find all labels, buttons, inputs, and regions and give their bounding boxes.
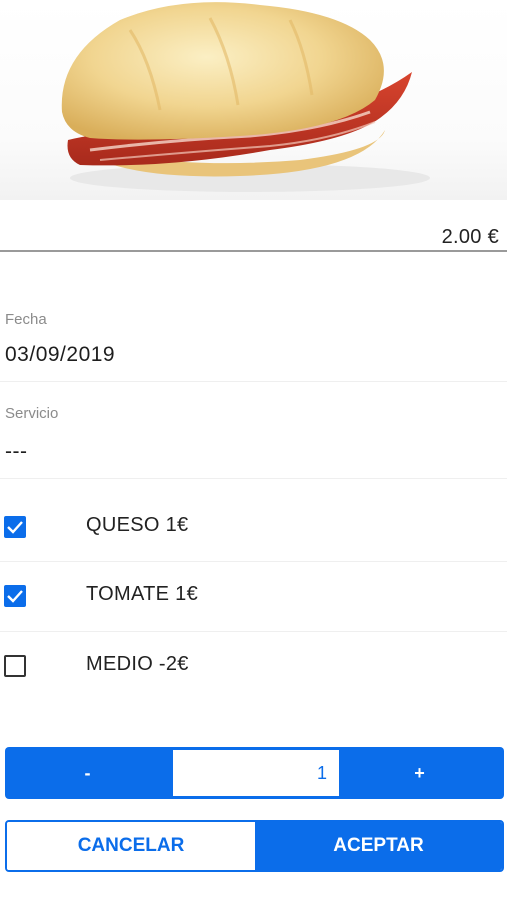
price-row: 2.00 € (0, 200, 507, 252)
extra-label-tomate: TOMATE 1€ (86, 583, 198, 605)
accept-button[interactable]: ACEPTAR (255, 822, 502, 870)
checkmark-icon (7, 590, 23, 603)
cancel-button[interactable]: CANCELAR (7, 822, 255, 870)
extra-label-queso: QUESO 1€ (86, 514, 189, 536)
checkbox-medio[interactable] (4, 655, 26, 677)
action-bar: CANCELAR ACEPTAR (5, 820, 504, 872)
extra-label-medio: MEDIO -2€ (86, 653, 189, 675)
checkbox-queso[interactable] (4, 516, 26, 538)
fecha-divider (0, 381, 507, 382)
checkbox-tomate[interactable] (4, 585, 26, 607)
quantity-stepper: - + (5, 747, 504, 799)
product-price: 2.00 € (441, 226, 499, 248)
extra-option-medio[interactable]: MEDIO -2€ (0, 632, 507, 702)
fecha-label: Fecha (5, 311, 47, 328)
extra-option-tomate[interactable]: TOMATE 1€ (0, 562, 507, 632)
extra-option-queso[interactable]: QUESO 1€ (0, 492, 507, 562)
servicio-label: Servicio (5, 405, 59, 422)
product-image (0, 0, 507, 200)
fecha-field[interactable]: 03/09/2019 (5, 343, 115, 367)
decrement-button[interactable]: - (5, 747, 170, 799)
quantity-input[interactable] (173, 750, 339, 796)
servicio-select[interactable]: --- (5, 440, 27, 464)
checkmark-icon (7, 521, 23, 534)
servicio-divider (0, 478, 507, 479)
sandwich-illustration (61, 2, 430, 192)
increment-button[interactable]: + (335, 747, 504, 799)
